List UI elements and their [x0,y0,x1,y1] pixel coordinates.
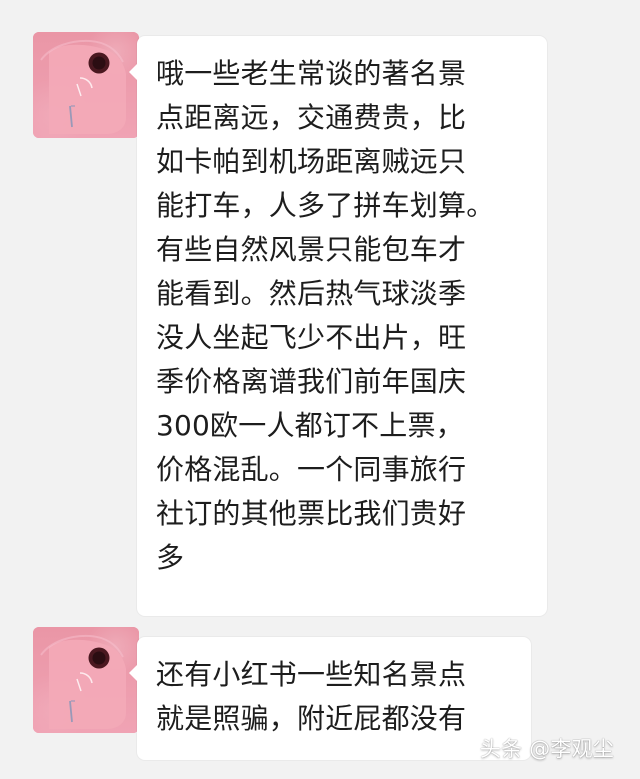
message-text-2: 还有小红书一些知名景点 就是照骗，附近屁都没有 [156,658,467,735]
chat-screenshot: 哦一些老生常谈的著名景 点距离远，交通费贵，比 如卡帕到机场距离贼远只 能打车，… [0,0,640,779]
avatar-image [40,634,126,729]
message-bubble-2[interactable]: 还有小红书一些知名景点 就是照骗，附近屁都没有 [129,637,531,760]
avatar[interactable] [33,627,139,733]
watermark: 头条 @李观尘 [479,737,614,761]
message-text-1: 哦一些老生常谈的著名景 点距离远，交通费贵，比 如卡帕到机场距离贼远只 能打车，… [156,57,495,574]
avatar-image [40,39,126,134]
avatar[interactable] [33,32,139,138]
message-bubble-1[interactable]: 哦一些老生常谈的著名景 点距离远，交通费贵，比 如卡帕到机场距离贼远只 能打车，… [129,36,547,616]
